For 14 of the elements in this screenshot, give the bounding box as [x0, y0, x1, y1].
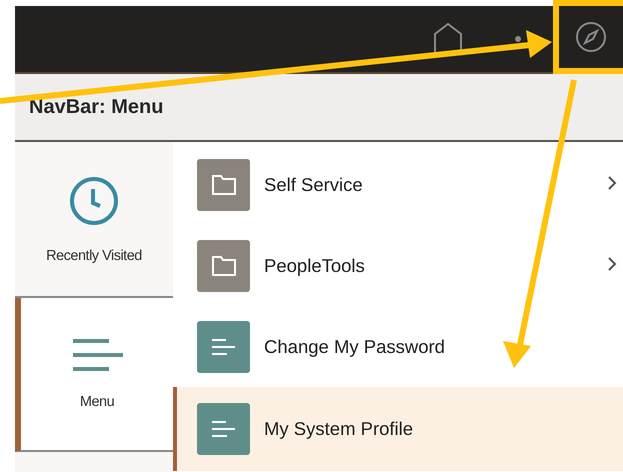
compass-icon [575, 21, 607, 53]
menu-item[interactable]: My System Profile [173, 387, 623, 471]
sidebar-tab[interactable]: Menu [15, 298, 173, 452]
folder-icon [197, 158, 250, 210]
page-title: NavBar: Menu [29, 96, 164, 118]
document-icon [197, 403, 250, 455]
menu-item[interactable]: Self Service [173, 144, 623, 225]
more-icon [514, 35, 522, 43]
folder-icon [197, 240, 250, 292]
menu-item[interactable]: PeopleTools [173, 225, 623, 306]
clock-icon [69, 176, 119, 226]
document-icon [197, 320, 250, 372]
menu-icon [71, 338, 123, 372]
menu-item[interactable]: Change My Password [173, 306, 623, 387]
